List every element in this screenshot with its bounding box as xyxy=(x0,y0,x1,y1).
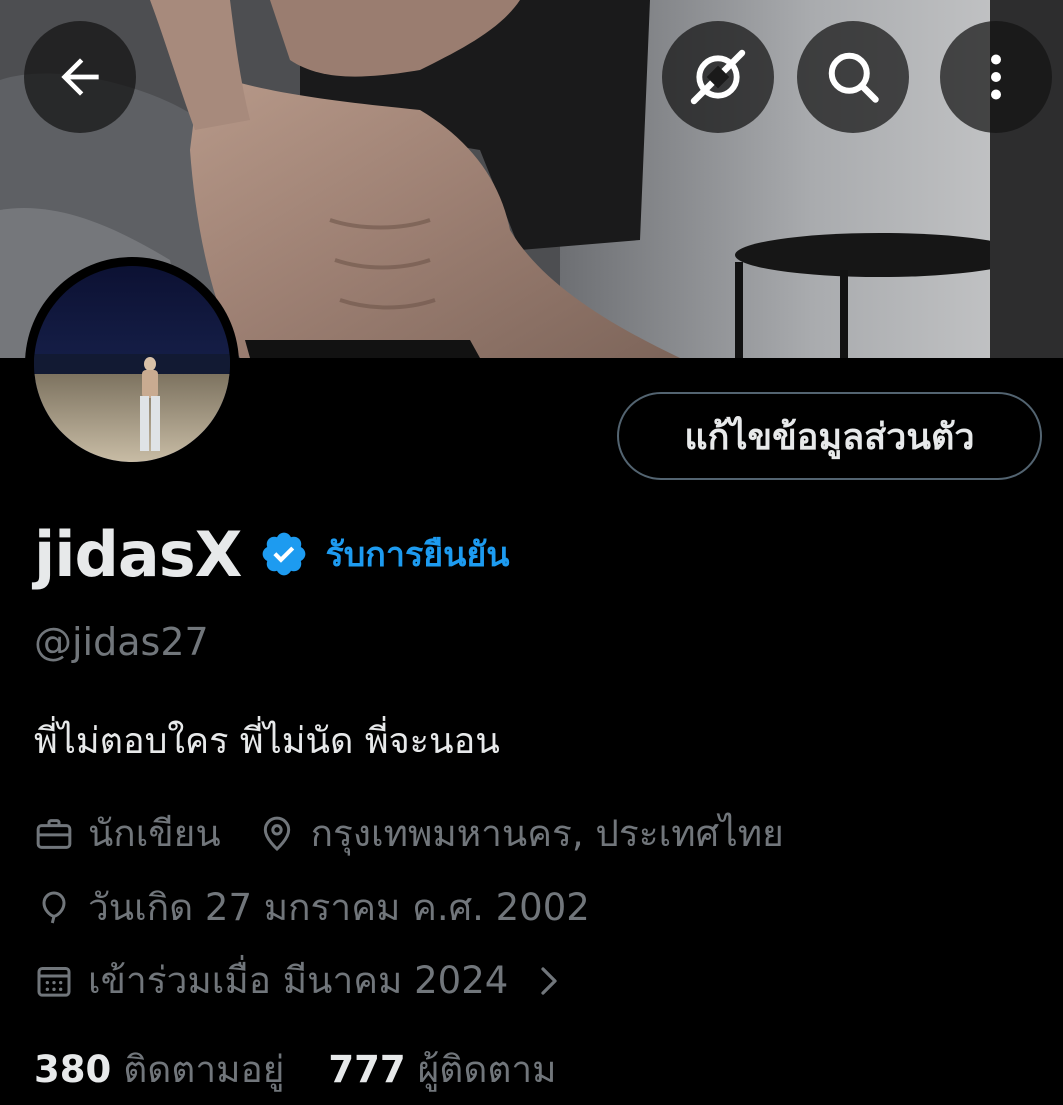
profile-meta-row: นักเขียน กรุงเทพมหานคร, ประเทศไทย xyxy=(34,804,784,863)
location-pin-icon xyxy=(263,816,290,851)
followers-link[interactable]: 777 ผู้ติดตาม xyxy=(328,1040,556,1099)
edit-profile-button[interactable]: แก้ไขข้อมูลส่วนตัว xyxy=(617,392,1042,480)
following-label: ติดตามอยู่ xyxy=(123,1048,285,1091)
get-verified-link[interactable]: รับการยืนยัน xyxy=(325,527,509,581)
verified-badge-icon xyxy=(263,532,306,576)
follow-stats: 380 ติดตามอยู่ 777 ผู้ติดตาม xyxy=(34,1040,557,1099)
user-bio: พี่ไม่ตอบใคร พี่ไม่นัด พี่จะนอน xyxy=(34,721,500,762)
joined-row[interactable]: เข้าร่วมเมื่อ มีนาคม 2024 xyxy=(34,951,562,1010)
grok-button[interactable] xyxy=(662,21,774,133)
briefcase-icon xyxy=(36,818,72,849)
followers-count: 777 xyxy=(328,1048,406,1091)
grok-icon xyxy=(690,49,746,105)
name-row: jidasX รับการยืนยัน xyxy=(34,516,510,592)
profile-page: แก้ไขข้อมูลส่วนตัว jidasX รับการยืนยัน @… xyxy=(0,0,1063,1105)
user-handle: @jidas27 xyxy=(34,620,209,664)
location-text: กรุงเทพมหานคร, ประเทศไทย xyxy=(310,812,784,855)
search-button[interactable] xyxy=(797,21,909,133)
search-icon xyxy=(828,52,879,103)
birthday-text: วันเกิด 27 มกราคม ค.ศ. 2002 xyxy=(88,886,590,929)
birthday-row: วันเกิด 27 มกราคม ค.ศ. 2002 xyxy=(34,878,590,937)
more-options-button[interactable] xyxy=(940,21,1052,133)
joined-text: เข้าร่วมเมื่อ มีนาคม 2024 xyxy=(88,959,509,1002)
chevron-right-icon[interactable] xyxy=(536,966,562,996)
avatar-photo xyxy=(34,266,230,462)
avatar[interactable] xyxy=(25,257,239,471)
back-button[interactable] xyxy=(24,21,136,133)
following-count: 380 xyxy=(34,1048,112,1091)
balloon-icon xyxy=(42,890,66,923)
display-name: jidasX xyxy=(34,517,242,591)
arrow-left-icon xyxy=(61,58,99,96)
profession-text: นักเขียน xyxy=(88,812,221,855)
followers-label: ผู้ติดตาม xyxy=(417,1048,557,1091)
following-link[interactable]: 380 ติดตามอยู่ xyxy=(34,1040,284,1099)
calendar-icon xyxy=(37,966,71,997)
more-vertical-icon xyxy=(991,54,1001,100)
